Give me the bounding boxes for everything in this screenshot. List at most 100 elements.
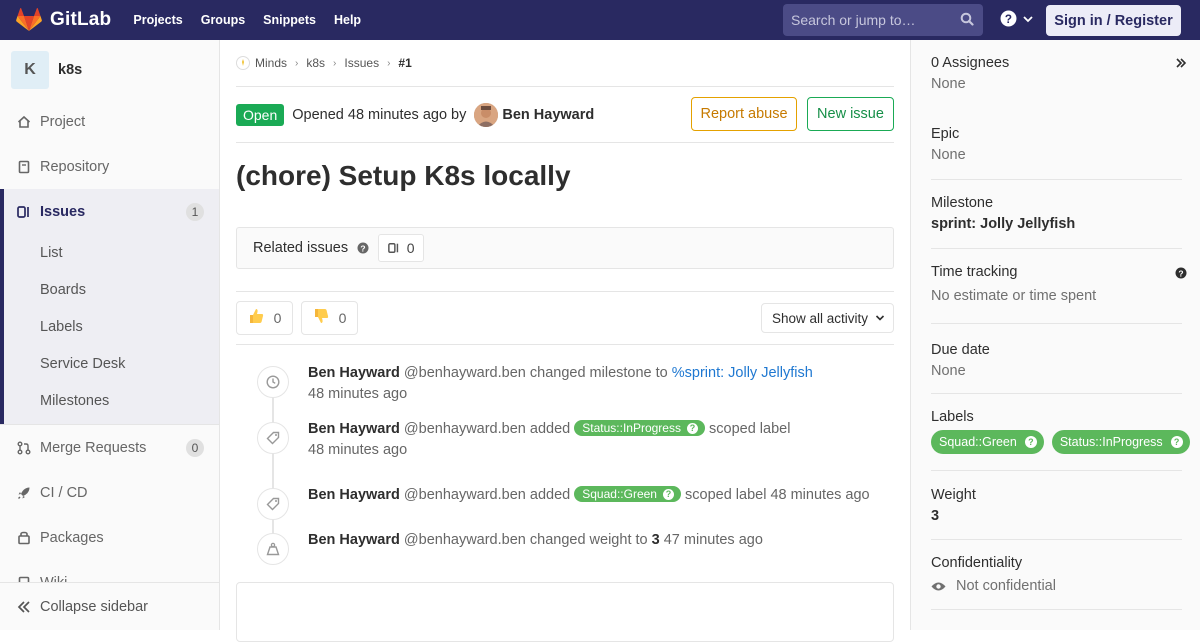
label-text: Squad::Green: [939, 435, 1017, 449]
assignees-block: 0 Assignees None: [931, 40, 1187, 113]
labels-title: Labels: [931, 409, 974, 425]
note-username[interactable]: @benhayward.ben: [404, 532, 526, 548]
chevron-right-icon: ›: [333, 57, 337, 69]
tag-icon: [257, 422, 289, 454]
breadcrumb-item-current[interactable]: #1: [398, 56, 411, 70]
note-action: changed milestone to: [529, 365, 668, 381]
comment-form[interactable]: [236, 582, 894, 642]
list-item: Ben Hayward @benhayward.ben changed weig…: [236, 530, 894, 570]
collapse-sidebar-button[interactable]: Collapse sidebar: [0, 582, 219, 630]
sidebar-item-label: CI / CD: [40, 484, 88, 501]
breadcrumb-item-project[interactable]: k8s: [306, 56, 325, 70]
subnav-item-milestones[interactable]: Milestones: [0, 382, 219, 419]
gitlab-logo[interactable]: GitLab: [16, 0, 111, 40]
home-icon: [17, 115, 31, 129]
sidebar-item-cicd[interactable]: CI / CD: [0, 470, 219, 515]
report-abuse-button[interactable]: Report abuse: [691, 97, 797, 131]
nav-link-snippets[interactable]: Snippets: [263, 13, 316, 27]
label-status-inprogress[interactable]: Status::InProgress?: [1051, 430, 1190, 454]
epic-value: None: [931, 147, 966, 163]
note-author[interactable]: Ben Hayward: [308, 532, 400, 548]
main-content: Minds › k8s › Issues › #1 Open Opened 48…: [236, 40, 894, 642]
note-author[interactable]: Ben Hayward: [308, 421, 400, 437]
nav-link-help[interactable]: Help: [334, 13, 361, 27]
nav-link-groups[interactable]: Groups: [201, 13, 245, 27]
thumbs-up-count: 0: [273, 310, 282, 326]
question-circle-icon: ?: [662, 488, 674, 500]
book-icon: [17, 160, 31, 174]
thumbs-up-icon: [248, 308, 264, 329]
related-issues-block: Related issues ? 0: [236, 227, 894, 269]
subnav-item-list[interactable]: List: [0, 234, 219, 271]
question-circle-icon: ?: [1024, 436, 1037, 448]
sign-in-button[interactable]: Sign in / Register: [1046, 5, 1181, 36]
assignees-value: None: [931, 76, 966, 92]
confidentiality-row: Not confidential: [931, 578, 1182, 594]
sidebar-item-label: Project: [40, 113, 86, 130]
label-squad-green[interactable]: Squad::Green?: [931, 430, 1044, 454]
thumbs-down-icon: [313, 308, 329, 329]
sidebar-item-label: Issues: [40, 203, 86, 220]
breadcrumb-item-issues[interactable]: Issues: [344, 56, 379, 70]
sidebar-item-label: Repository: [40, 158, 110, 175]
note-author[interactable]: Ben Hayward: [308, 365, 400, 381]
thumbs-up-button[interactable]: 0: [236, 301, 293, 335]
breadcrumb-label: Minds: [255, 56, 288, 70]
question-circle-icon[interactable]: ?: [1175, 267, 1187, 279]
scoped-label-status[interactable]: Status::InProgress?: [574, 420, 705, 436]
sidebar-item-issues[interactable]: Issues 1: [0, 189, 219, 234]
label-text: Squad::Green: [582, 487, 657, 501]
note-username[interactable]: @benhayward.ben: [404, 487, 526, 503]
note-username[interactable]: @benhayward.ben: [404, 421, 526, 437]
milestone-value[interactable]: sprint: Jolly Jellyfish: [931, 216, 1182, 232]
note-username[interactable]: @benhayward.ben: [404, 365, 526, 381]
list-item: Ben Hayward @benhayward.ben changed mile…: [236, 353, 894, 419]
due-date-title: Due date: [931, 342, 990, 358]
list-item: Ben Hayward @benhayward.ben added Squad:…: [236, 485, 894, 530]
project-header[interactable]: K k8s: [0, 40, 219, 99]
weight-value: 3: [931, 508, 940, 524]
group-avatar-icon: [236, 56, 250, 70]
milestone-block: Milestone sprint: Jolly Jellyfish: [931, 180, 1182, 249]
avatar[interactable]: [474, 102, 499, 127]
thumbs-down-button[interactable]: 0: [301, 301, 358, 335]
scoped-label-squad[interactable]: Squad::Green?: [574, 486, 681, 502]
subnav-item-labels[interactable]: Labels: [0, 308, 219, 345]
subnav-item-service-desk[interactable]: Service Desk: [0, 345, 219, 382]
due-date-block: Due date None: [931, 324, 1182, 394]
svg-text:?: ?: [361, 243, 366, 253]
time-tracking-block: Time tracking No estimate or time spent …: [931, 249, 1187, 324]
subnav-item-boards[interactable]: Boards: [0, 271, 219, 308]
mr-count-badge: 0: [186, 438, 204, 457]
issue-header-bar: Open Opened 48 minutes ago by Ben Haywar…: [236, 87, 894, 143]
note-suffix: scoped label 48 minutes ago: [685, 487, 870, 503]
issue-author[interactable]: Ben Hayward: [502, 107, 594, 123]
due-date-value: None: [931, 363, 966, 379]
weight-value: 3: [651, 532, 660, 548]
nav-link-projects[interactable]: Projects: [133, 13, 182, 27]
sidebar-item-merge-requests[interactable]: Merge Requests 0: [0, 425, 219, 470]
gitlab-tanuki-icon: [16, 8, 42, 31]
sidebar-item-project[interactable]: Project: [0, 99, 219, 144]
question-circle-icon[interactable]: ?: [357, 242, 369, 254]
sidebar-item-packages[interactable]: Packages: [0, 515, 219, 560]
activity-filter-dropdown[interactable]: Show all activity: [761, 303, 894, 333]
brand-name: GitLab: [50, 9, 112, 30]
thumbs-down-count: 0: [338, 310, 347, 326]
sidebar-item-label: Merge Requests: [40, 439, 147, 456]
help-dropdown[interactable]: ?: [1000, 10, 1034, 27]
milestone-title: Milestone: [931, 195, 994, 211]
opened-text: Opened 48 minutes ago by: [292, 106, 467, 123]
milestone-link[interactable]: %sprint: Jolly Jellyfish: [672, 365, 813, 381]
chevron-down-icon: [1023, 15, 1033, 22]
double-chevron-right-icon[interactable]: [1175, 57, 1187, 69]
new-issue-button[interactable]: New issue: [807, 97, 894, 131]
breadcrumb-item-group[interactable]: Minds: [236, 56, 287, 70]
search-input[interactable]: Search or jump to…: [783, 4, 983, 36]
sidebar-item-repository[interactable]: Repository: [0, 144, 219, 189]
list-item: Ben Hayward @benhayward.ben added Status…: [236, 419, 894, 485]
note-author[interactable]: Ben Hayward: [308, 487, 400, 503]
top-nav-links: Projects Groups Snippets Help: [133, 13, 379, 27]
related-issues-count-button[interactable]: 0: [378, 234, 425, 262]
svg-text:?: ?: [1005, 13, 1012, 26]
